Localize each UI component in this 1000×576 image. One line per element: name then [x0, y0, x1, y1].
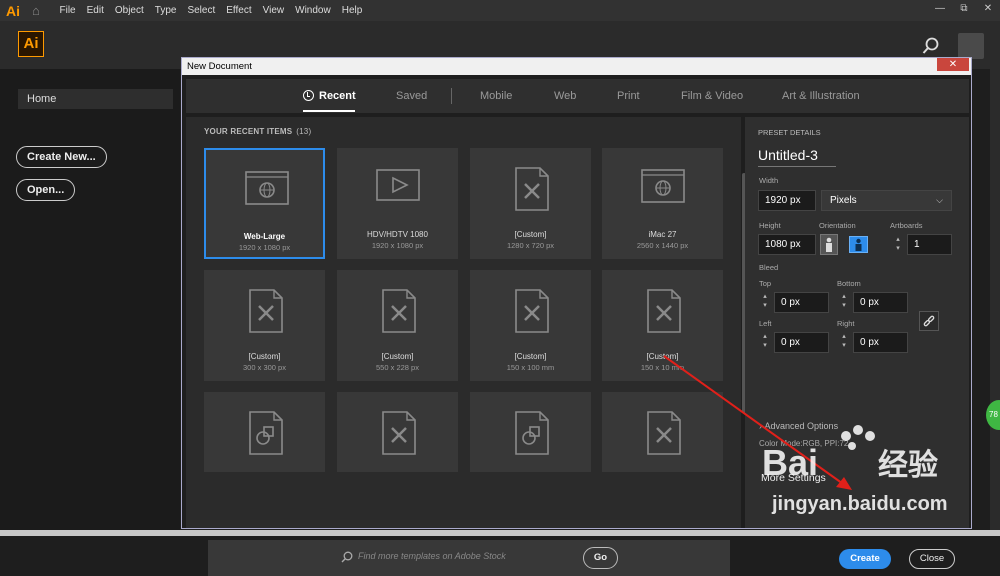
go-button[interactable]: Go — [583, 547, 618, 569]
create-button[interactable]: Create — [839, 549, 891, 569]
search-icon — [341, 551, 353, 563]
taskbar-edge — [0, 530, 1000, 536]
close-button[interactable]: Close — [909, 549, 955, 569]
stock-search-input[interactable]: Find more templates on Adobe Stock — [358, 551, 506, 561]
adobe-stock-search-bar: Find more templates on Adobe Stock Go — [208, 540, 730, 576]
annotation-arrow — [663, 355, 852, 490]
